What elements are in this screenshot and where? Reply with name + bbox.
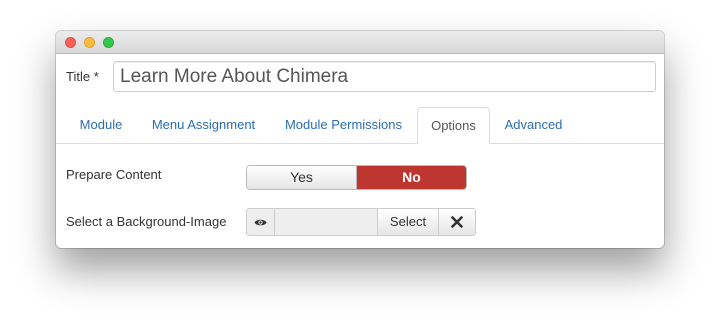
title-bar: [56, 31, 664, 54]
background-image-field: Select: [246, 208, 476, 236]
tab-bar: Module Menu Assignment Module Permission…: [56, 107, 664, 144]
title-input[interactable]: [113, 61, 656, 92]
background-image-label: Select a Background-Image: [66, 214, 227, 229]
module-edit-window: Title * Module Menu Assignment Module Pe…: [56, 31, 664, 248]
tab-advanced[interactable]: Advanced: [494, 107, 573, 143]
prepare-content-label: Prepare Content: [66, 167, 162, 182]
tab-menu-assignment[interactable]: Menu Assignment: [142, 107, 265, 143]
eye-icon[interactable]: [247, 209, 275, 235]
prepare-content-toggle: Yes No: [246, 165, 467, 190]
x-icon: [451, 216, 463, 228]
title-label: Title *: [66, 69, 99, 84]
background-image-path-input[interactable]: [275, 209, 378, 235]
tab-module[interactable]: Module: [66, 107, 136, 143]
clear-image-button[interactable]: [439, 209, 475, 235]
minimize-window-button[interactable]: [84, 37, 95, 48]
eye-icon-glyph: [254, 219, 267, 225]
tab-module-permissions[interactable]: Module Permissions: [274, 107, 413, 143]
select-image-button[interactable]: Select: [378, 209, 439, 235]
prepare-content-no-button[interactable]: No: [357, 166, 466, 189]
maximize-window-button[interactable]: [103, 37, 114, 48]
prepare-content-yes-button[interactable]: Yes: [247, 166, 357, 189]
close-window-button[interactable]: [65, 37, 76, 48]
tab-options[interactable]: Options: [417, 107, 490, 144]
